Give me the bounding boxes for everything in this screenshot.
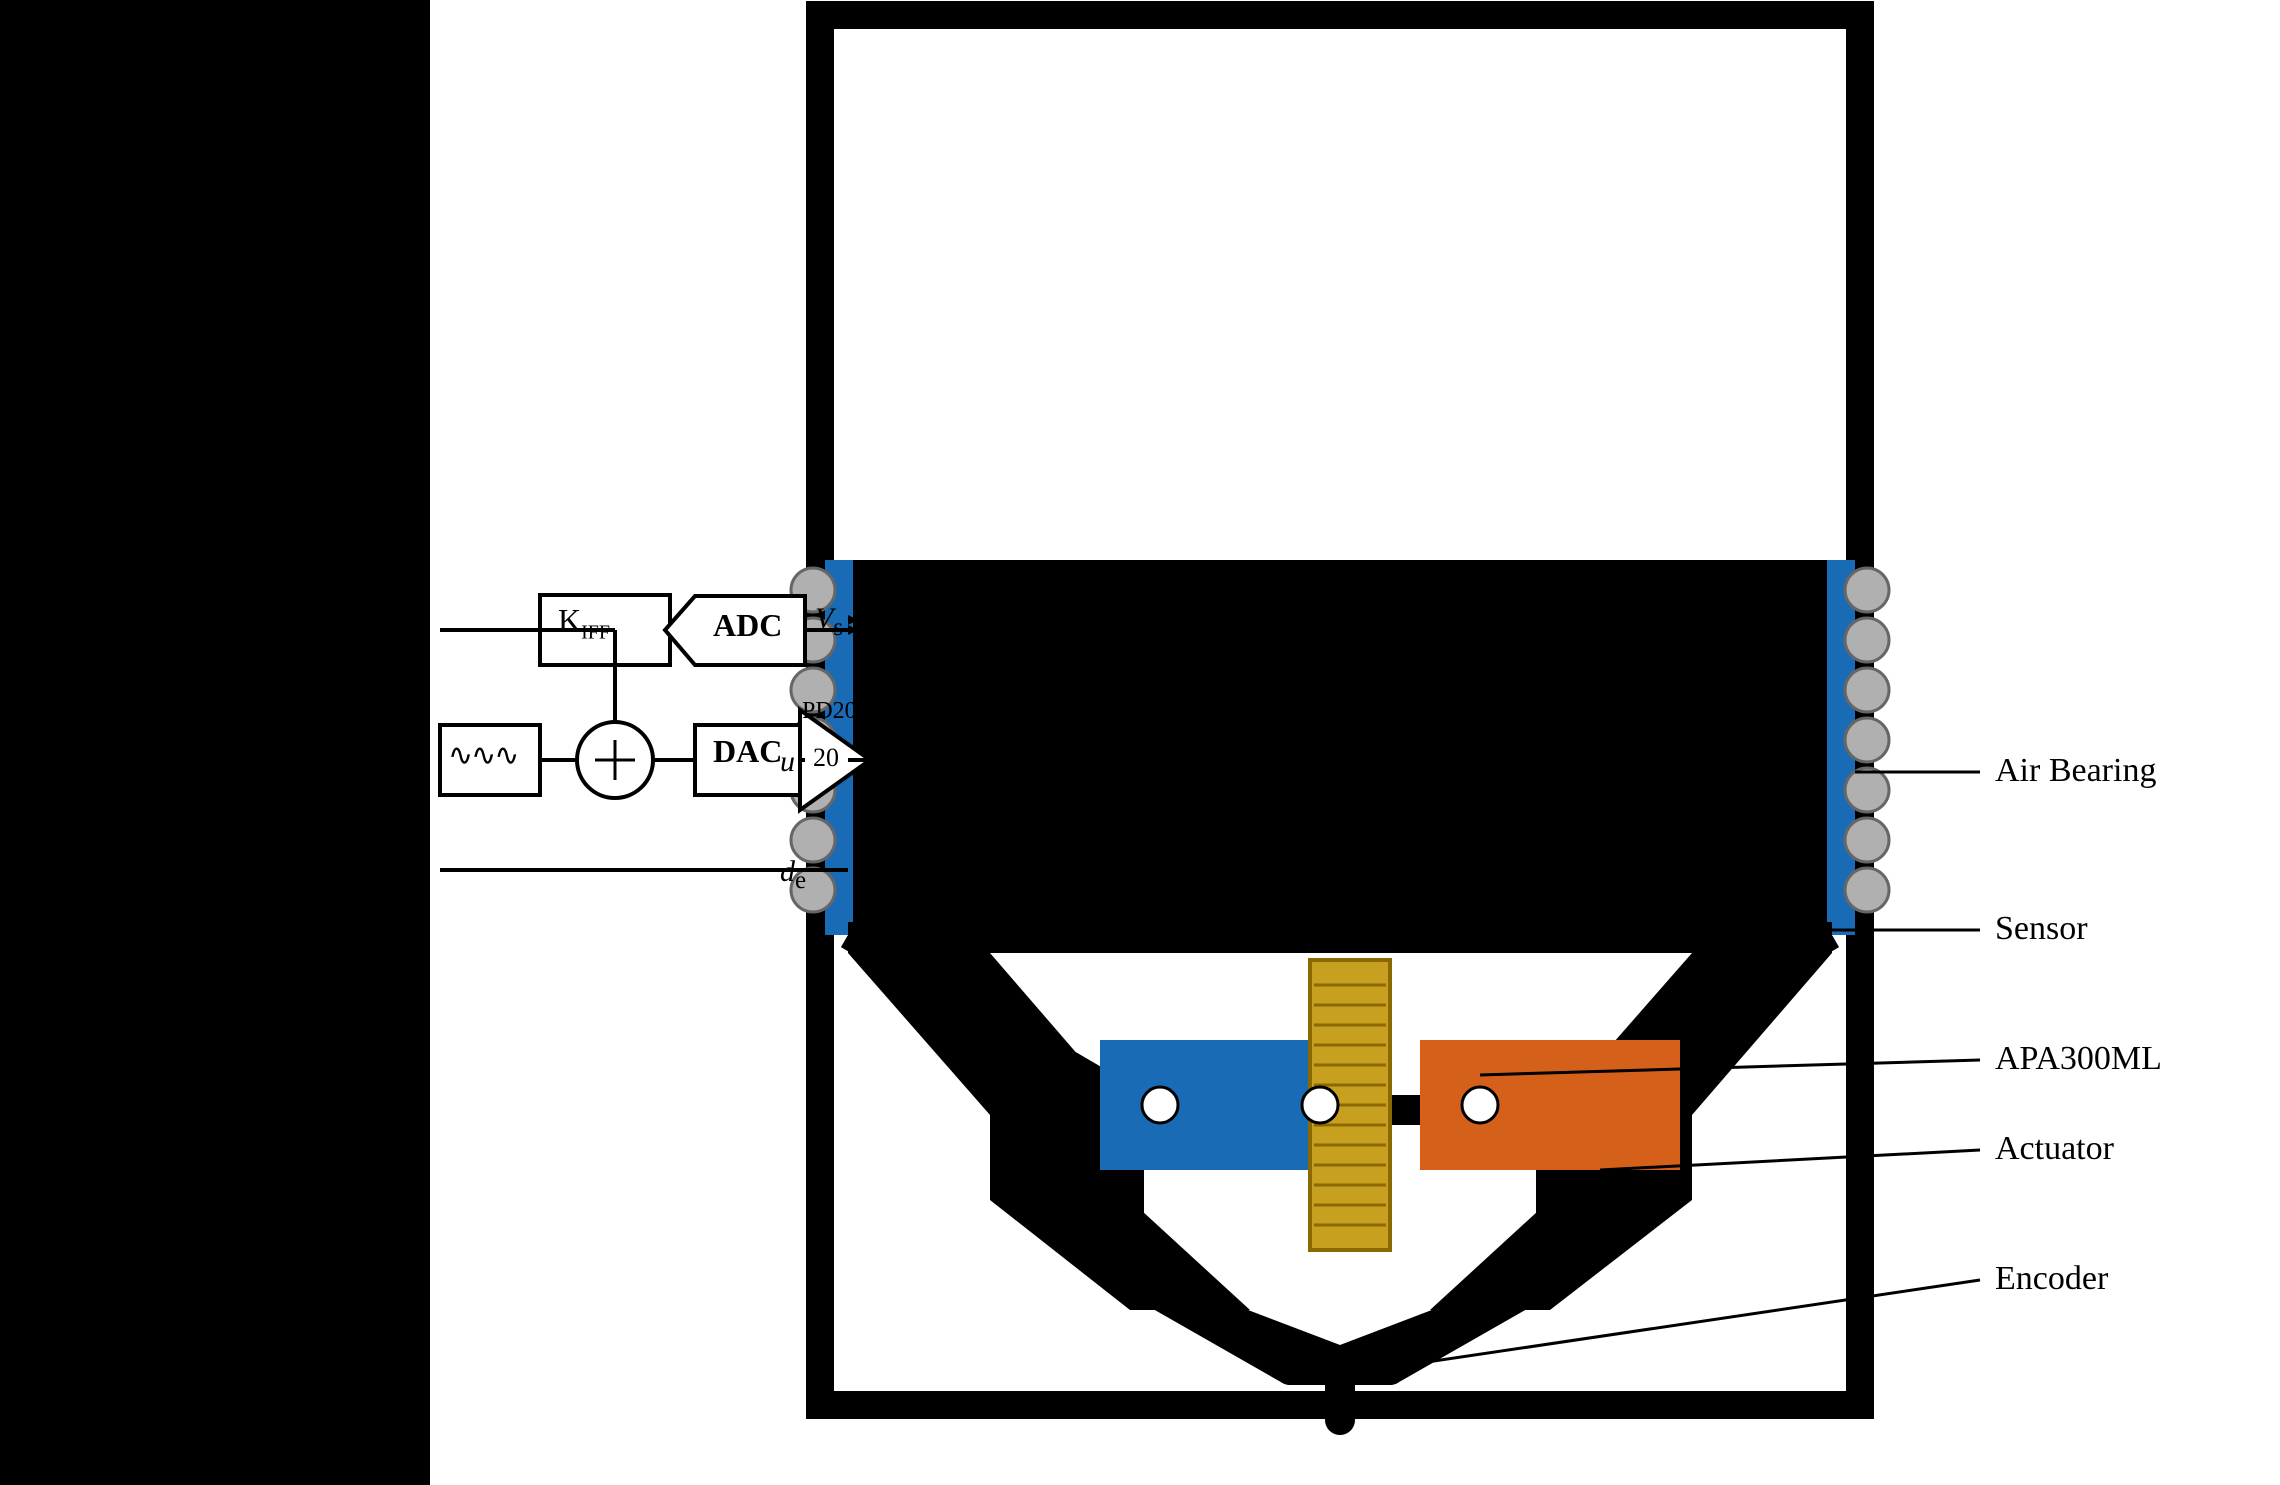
u-label: u: [780, 745, 795, 779]
pd200-label: PD200: [802, 698, 869, 725]
sensor-label: Sensor: [1995, 910, 2088, 948]
va-label: Va: [873, 742, 902, 782]
apa300ml-label: APA300ML: [1995, 1040, 2162, 1078]
left-black-panel: [0, 0, 430, 1485]
noise-symbol: ∿∿∿: [448, 738, 517, 773]
kiff-label: KIFF: [558, 602, 610, 644]
adc-label: ADC: [713, 607, 782, 644]
pd200-gain: 20: [813, 743, 839, 773]
dac-label: DAC: [713, 733, 782, 770]
de-label: de: [780, 855, 806, 895]
air-bearing-label: Air Bearing: [1995, 752, 2156, 790]
vs-label: Vs: [815, 602, 843, 642]
encoder-label: Encoder: [1995, 1260, 2108, 1298]
actuator-label: Actuator: [1995, 1130, 2114, 1168]
diagram-area: KIFF ADC Vs DAC PD200 20 u Va de ∿∿∿: [430, 0, 2280, 1485]
